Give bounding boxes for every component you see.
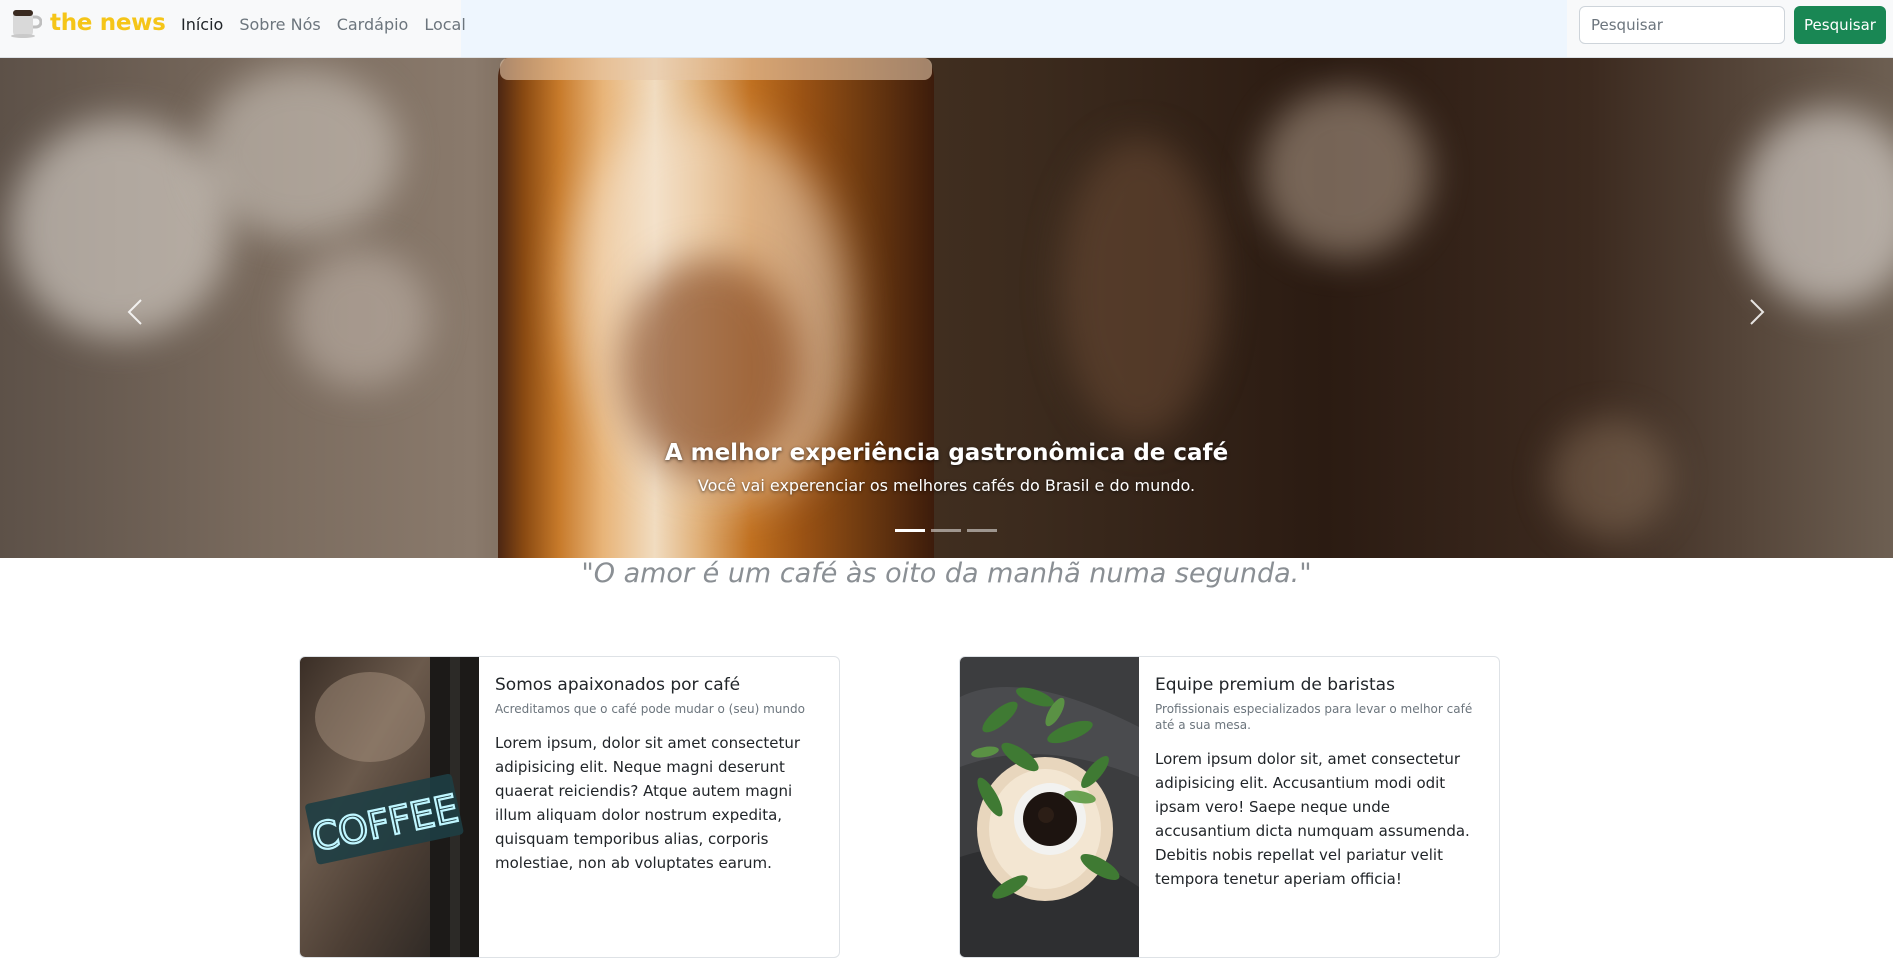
coffee-mug-icon	[8, 6, 43, 40]
bokeh-light	[1060, 138, 1220, 438]
card-subtitle: Acreditamos que o café pode mudar o (seu…	[495, 702, 805, 716]
chevron-left-icon	[127, 299, 142, 325]
nav-link-sobre-nos[interactable]: Sobre Nós	[239, 15, 320, 34]
carousel-caption: A melhor experiência gastronômica de caf…	[0, 440, 1893, 495]
carousel-indicator-2[interactable]	[931, 529, 961, 532]
coffee-cup-plant-image	[960, 657, 1139, 957]
bokeh-light	[1260, 88, 1430, 258]
bokeh-light	[1740, 108, 1893, 308]
card-text: Lorem ipsum dolor sit, amet consectetur …	[1155, 750, 1470, 888]
bokeh-light	[200, 68, 400, 238]
hero-carousel: A melhor experiência gastronômica de caf…	[0, 58, 1893, 558]
card-body: Somos apaixonados por café Acreditamos q…	[495, 675, 825, 875]
search-input[interactable]	[1579, 6, 1785, 44]
nav-links: Início Sobre Nós Cardápio Local	[181, 15, 466, 34]
carousel-indicator-1[interactable]	[895, 529, 925, 532]
search-button[interactable]: Pesquisar	[1794, 6, 1886, 44]
feature-card-2: Equipe premium de baristas Profissionais…	[959, 656, 1500, 958]
carousel-indicators	[895, 529, 997, 532]
brand[interactable]: the news	[8, 6, 166, 40]
coffee-neon-sign-image: COFFEE	[300, 657, 479, 957]
nav-link-inicio[interactable]: Início	[181, 15, 223, 34]
quote: "O amor é um café às oito da manhã numa …	[581, 558, 1312, 589]
bokeh-light	[290, 248, 430, 388]
nav-link-cardapio[interactable]: Cardápio	[337, 15, 409, 34]
feature-card-1: COFFEE Somos apaixonados por café Acredi…	[299, 656, 840, 958]
card-title: Somos apaixonados por café	[495, 675, 741, 695]
card-subtitle: Profissionais especializados para levar …	[1155, 702, 1473, 732]
carousel-next-button[interactable]	[1735, 292, 1775, 332]
navbar-highlight	[461, 0, 1567, 57]
card-text: Lorem ipsum, dolor sit amet consectetur …	[495, 734, 801, 872]
chevron-right-icon	[1750, 299, 1765, 325]
nav-link-local[interactable]: Local	[424, 15, 465, 34]
navbar: the news Início Sobre Nós Cardápio Local…	[0, 0, 1893, 58]
carousel-prev-button[interactable]	[117, 292, 157, 332]
caption-text: Você vai experenciar os melhores cafés d…	[697, 476, 1196, 495]
card-body: Equipe premium de baristas Profissionais…	[1155, 675, 1485, 891]
caption-title: A melhor experiência gastronômica de caf…	[664, 440, 1229, 466]
carousel-indicator-3[interactable]	[967, 529, 997, 532]
brand-name: the news	[50, 10, 166, 36]
glass-rim	[500, 58, 932, 80]
card-title: Equipe premium de baristas	[1155, 675, 1395, 695]
